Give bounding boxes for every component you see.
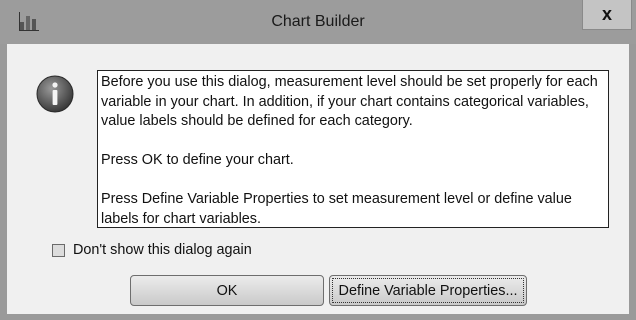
title-bar[interactable]: Chart Builder x xyxy=(0,0,636,44)
close-button[interactable]: x xyxy=(582,0,632,30)
ok-button[interactable]: OK xyxy=(130,275,324,306)
dont-show-again-checkbox[interactable] xyxy=(52,243,65,257)
dialog-body: Before you use this dialog, measurement … xyxy=(7,44,629,314)
message-paragraph: Before you use this dialog, measurement … xyxy=(101,74,598,129)
message-paragraph: Press OK to define your chart. xyxy=(101,152,294,168)
dont-show-again-row[interactable]: Don't show this dialog again xyxy=(52,240,252,260)
dont-show-again-label[interactable]: Don't show this dialog again xyxy=(73,242,252,258)
message-text-box: Before you use this dialog, measurement … xyxy=(97,70,609,228)
window-title: Chart Builder xyxy=(271,13,365,30)
info-icon xyxy=(35,74,75,114)
close-icon: x xyxy=(601,4,612,24)
message-paragraph: Press Define Variable Properties to set … xyxy=(101,191,572,227)
define-variable-properties-button[interactable]: Define Variable Properties... xyxy=(329,275,527,306)
chart-builder-dialog: Chart Builder x Before you use this dial… xyxy=(0,0,636,320)
